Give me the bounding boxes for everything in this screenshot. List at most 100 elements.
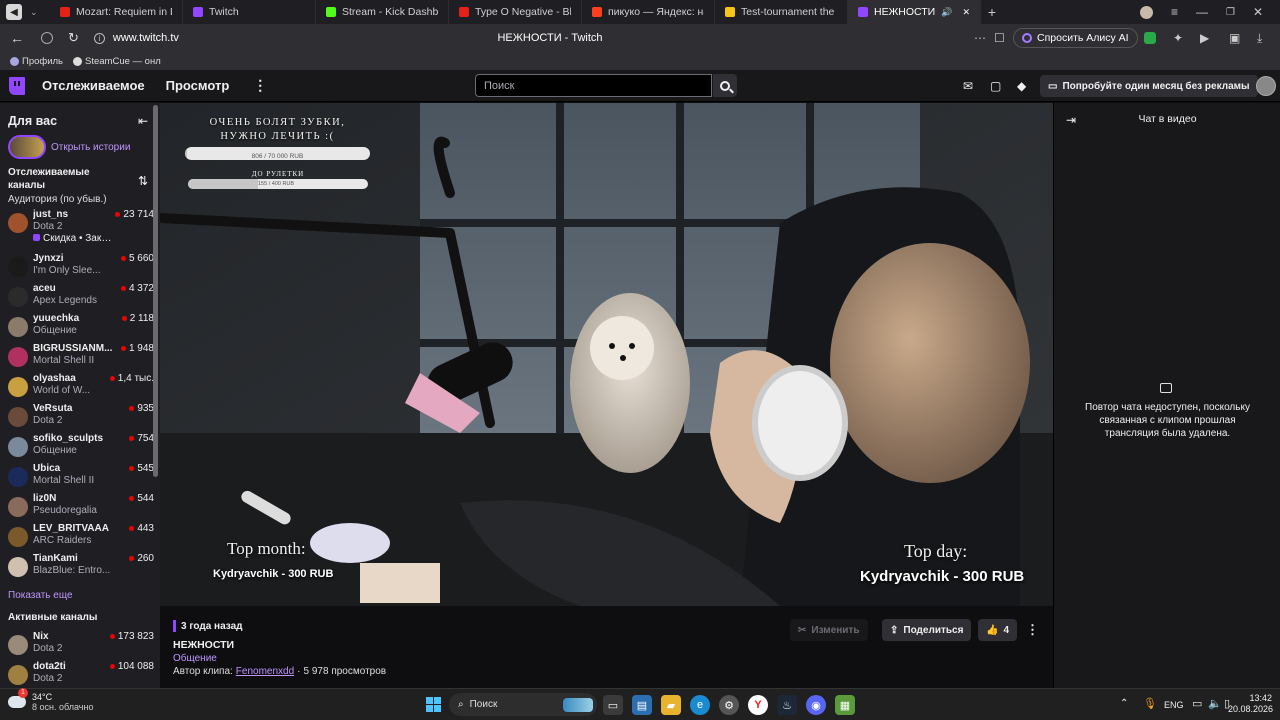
browser-tab[interactable]: Test-tournament the most xyxy=(715,0,848,24)
file-explorer-icon[interactable]: ▰ xyxy=(661,695,681,715)
reload-icon[interactable]: ↻ xyxy=(68,30,79,46)
media-icon[interactable]: ▶ xyxy=(1200,31,1209,45)
whispers-icon[interactable]: ▢ xyxy=(990,79,1001,93)
discord-icon[interactable]: ◉ xyxy=(806,695,826,715)
back-icon[interactable]: ← xyxy=(10,30,24,46)
sidebar-channel-row[interactable]: LEV_BRITVAAA ARC Raiders 443 xyxy=(0,522,160,552)
like-button[interactable]: 👍 4 xyxy=(978,619,1018,641)
browser-tab[interactable]: Stream - Kick Dashboard xyxy=(316,0,449,24)
edit-clip-button[interactable]: ✂ Изменить xyxy=(790,619,868,641)
top-day-value: Kydryavchik - 300 RUB xyxy=(860,568,1025,585)
sidebar-channel-row[interactable]: Nix Dota 2 173 823 xyxy=(0,630,160,660)
extension-shield-icon[interactable] xyxy=(1144,32,1156,44)
channel-avatar xyxy=(8,665,28,685)
sidebar-channel-row[interactable]: dota2ti Dota 2 104 088 xyxy=(0,660,160,688)
show-more-link[interactable]: Показать еще xyxy=(0,582,160,604)
channel-game: Mortal Shell II xyxy=(33,355,95,366)
tab-actions[interactable]: ◀ ⌄ xyxy=(0,0,50,24)
browser-tab[interactable]: пикуко — Яндекс: нашлос xyxy=(582,0,715,24)
more-options-icon[interactable]: ⋮ xyxy=(1026,622,1039,638)
accent-bar xyxy=(173,620,176,632)
tab-close-icon[interactable]: ✕ xyxy=(962,7,970,18)
browser-tab[interactable]: НЕЖНОСТИ - Twitc 🔊 ✕ xyxy=(848,0,981,24)
weather-widget[interactable]: 1 34°C 8 осн. облачно xyxy=(8,688,93,712)
sidebar-channel-row[interactable]: liz0N Pseudoregalia 544 xyxy=(0,492,160,522)
channel-avatar xyxy=(8,497,28,517)
sidebar-channel-row[interactable]: BIGRUSSIANM... Mortal Shell II 1 948 xyxy=(0,342,160,372)
sidebar-channel-row[interactable]: VeRsuta Dota 2 935 xyxy=(0,402,160,432)
yandex-browser-icon[interactable]: Y xyxy=(748,695,768,715)
sound-icon[interactable]: ◀ xyxy=(6,4,22,20)
open-stories-link[interactable]: Открыть истории xyxy=(51,142,130,153)
nav-browse[interactable]: Просмотр xyxy=(166,78,230,93)
bookmark-steamcue[interactable]: SteamCue — онл xyxy=(73,56,161,67)
video-player[interactable]: ОЧЕНЬ БОЛЯТ ЗУБКИ, НУЖНО ЛЕЧИТЬ :( 806 /… xyxy=(160,103,1053,606)
sidebar-channel-row[interactable]: Ubica Mortal Shell II 545 xyxy=(0,462,160,492)
inbox-icon[interactable]: ✉ xyxy=(963,79,973,93)
edge-icon[interactable]: e xyxy=(690,695,710,715)
sort-icon[interactable]: ⇅ xyxy=(138,174,148,205)
chevron-down-icon[interactable]: ⌄ xyxy=(30,7,38,18)
restore-button[interactable]: ❐ xyxy=(1226,7,1235,18)
sidebar-channel-row[interactable]: sofiko_sculpts Общение 754 xyxy=(0,432,160,462)
bookmark-icon[interactable]: ☐ xyxy=(994,31,1005,45)
search-button[interactable] xyxy=(713,74,737,97)
viewer-count: 545 xyxy=(129,462,154,474)
widgets-icon[interactable]: ▤ xyxy=(632,695,652,715)
microphone-icon[interactable]: 🎙 xyxy=(1143,697,1157,710)
tab-audio-icon[interactable]: 🔊 xyxy=(941,7,952,18)
tab-favicon-icon xyxy=(60,7,70,17)
minimize-button[interactable]: — xyxy=(1196,5,1208,19)
sidebar-channel-row[interactable]: aceu Apex Legends 4 372 xyxy=(0,282,160,312)
info-icon[interactable]: i xyxy=(93,32,105,44)
taskbar-search[interactable]: ⌕ Поиск xyxy=(449,693,597,716)
channel-avatar xyxy=(8,407,28,427)
profile-avatar[interactable] xyxy=(1140,5,1153,19)
nav-more-icon[interactable]: ⋮ xyxy=(253,77,267,94)
browser-tab[interactable]: Mozart: Requiem in D Min xyxy=(50,0,183,24)
start-button[interactable] xyxy=(426,697,441,712)
sidebar-scrollbar[interactable] xyxy=(153,105,158,477)
browser-tab[interactable]: Type O Negative - Black N xyxy=(449,0,582,24)
clip-category-link[interactable]: Общение xyxy=(173,653,217,664)
menu-icon[interactable]: ≡ xyxy=(1171,5,1178,19)
collections-icon[interactable]: ▣ xyxy=(1229,31,1240,45)
browser-tab[interactable]: Twitch xyxy=(183,0,316,24)
channel-game: World of W... xyxy=(33,385,91,396)
collapse-sidebar-icon[interactable]: ⇤ xyxy=(138,114,148,128)
ad-free-promo-button[interactable]: ▭ Попробуйте один месяц без рекламы xyxy=(1040,75,1258,97)
alice-button[interactable]: Спросить Алису AI xyxy=(1013,28,1138,48)
sidebar-channel-row[interactable]: yuuechka Общение 2 118 xyxy=(0,312,160,342)
prime-crown-icon[interactable]: ◆ xyxy=(1017,79,1026,93)
network-icon[interactable]: ▭ xyxy=(1192,697,1202,710)
task-view-icon[interactable]: ▭ xyxy=(603,695,623,715)
language-indicator[interactable]: ENG xyxy=(1164,700,1184,710)
clock[interactable]: 13:42 20.08.2026 xyxy=(1228,693,1273,715)
more-icon[interactable]: ⋯ xyxy=(974,31,986,45)
minecraft-icon[interactable]: ▦ xyxy=(835,695,855,715)
close-window-button[interactable]: ✕ xyxy=(1253,5,1263,19)
clock-time: 13:42 xyxy=(1249,693,1272,703)
search-box[interactable]: Поиск xyxy=(475,74,712,97)
extensions-icon[interactable]: ✦ xyxy=(1173,31,1183,45)
twitch-logo-icon[interactable] xyxy=(9,76,25,95)
sidebar-channel-row[interactable]: olyashaa World of W... 1,4 тыс. xyxy=(0,372,160,402)
sidebar-channel-row[interactable]: Jynxzi I'm Only Slee... 5 660 xyxy=(0,252,160,282)
tray-chevron-icon[interactable]: ⌃ xyxy=(1120,698,1128,709)
user-avatar[interactable] xyxy=(1256,76,1276,96)
url-text[interactable]: www.twitch.tv xyxy=(113,32,363,44)
sidebar-channel-row[interactable]: just_nsDota 2Скидка • Заканчивае 23 714 xyxy=(0,208,160,252)
steam-taskbar-icon[interactable]: ♨ xyxy=(777,695,797,715)
settings-icon[interactable]: ⚙ xyxy=(719,695,739,715)
new-tab-button[interactable]: + xyxy=(981,4,1003,20)
share-button[interactable]: ⇪ Поделиться xyxy=(882,619,972,641)
sidebar-channel-row[interactable]: TianKami BlazBlue: Entro... 260 xyxy=(0,552,160,582)
yandex-icon[interactable] xyxy=(41,32,53,44)
nav-following[interactable]: Отслеживаемое xyxy=(42,78,145,93)
volume-icon[interactable]: 🔈 xyxy=(1208,697,1222,710)
bookmark-profile[interactable]: Профиль xyxy=(10,56,63,67)
clip-author-link[interactable]: Fenomenxdd xyxy=(236,666,294,677)
stories-row[interactable]: Открыть истории xyxy=(8,135,160,159)
downloads-icon[interactable]: ⤓ xyxy=(1257,31,1262,46)
search-input[interactable]: Поиск xyxy=(484,80,514,92)
